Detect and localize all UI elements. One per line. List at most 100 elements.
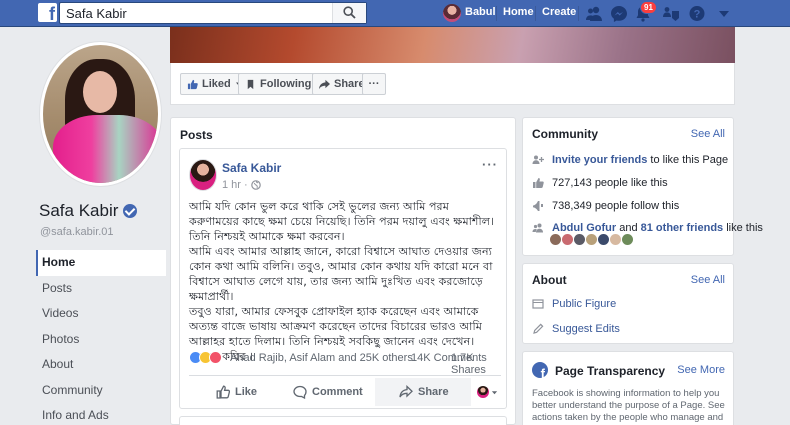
post-as-avatar xyxy=(477,386,489,398)
post-actions-bar: Like Comment Share xyxy=(189,375,501,407)
nav-divider xyxy=(578,6,579,21)
post-paragraph: আমি যদি কোন ভুল করে থাকি সেই ভুলের জন্য … xyxy=(189,200,495,243)
page-follows-row: 738,349 people follow this xyxy=(532,200,679,212)
profile-photo-image xyxy=(43,45,158,183)
more-options-button[interactable]: ··· xyxy=(362,73,386,95)
friend-avatar[interactable] xyxy=(586,234,597,245)
verified-icon xyxy=(123,204,138,218)
left-nav-item-home[interactable]: Home xyxy=(36,250,166,276)
category-row: Public Figure xyxy=(532,298,616,310)
transparency-see-more-link[interactable]: See More xyxy=(677,364,725,376)
friends-and-text: and xyxy=(619,222,638,234)
post-reactions-bar: Ahad Rajib, Asif Alam and 25K others 14K… xyxy=(189,349,501,376)
post-as-selector[interactable] xyxy=(477,380,498,404)
chevron-down-icon xyxy=(491,390,498,394)
left-nav-item-info-and-ads[interactable]: Info and Ads xyxy=(36,403,166,425)
left-nav-item-about[interactable]: About xyxy=(36,352,166,378)
page-handle[interactable]: @safa.kabir.01 xyxy=(40,226,114,238)
reactions-summary[interactable]: Ahad Rajib, Asif Alam and 25K others xyxy=(230,352,413,364)
post-author-name[interactable]: Safa Kabir xyxy=(222,161,281,175)
page-transparency-card: f Page Transparency See More Facebook is… xyxy=(522,351,734,425)
like-icon xyxy=(216,385,230,399)
friend-name-link[interactable]: Abdul Gofur xyxy=(552,222,616,234)
about-title: About xyxy=(532,273,567,287)
transparency-title: Page Transparency xyxy=(555,364,666,378)
post-body: আমি যদি কোন ভুল করে থাকি সেই ভুলের জন্য … xyxy=(189,199,501,364)
post-paragraph: আমি এবং আমার আল্লাহ জানে, কারো বিশ্বাসে … xyxy=(189,245,493,303)
post-card: Safa Kabir 1 hr · ··· আমি যদি কোন ভুল কর… xyxy=(179,148,507,409)
about-see-all-link[interactable]: See All xyxy=(691,274,725,286)
friend-avatar[interactable] xyxy=(622,234,633,245)
community-title: Community xyxy=(532,127,598,141)
follow-count-icon xyxy=(533,201,543,211)
page-left-nav: Home Posts Videos Photos About Community Info … xyxy=(36,250,166,425)
user-avatar[interactable] xyxy=(443,4,461,22)
create-link[interactable]: Create xyxy=(542,6,576,18)
category-icon xyxy=(532,299,544,309)
friends-icon[interactable] xyxy=(585,5,603,22)
share-button[interactable]: Share xyxy=(399,380,449,404)
like-button[interactable]: Like xyxy=(216,380,257,404)
following-label: Following xyxy=(260,78,312,90)
left-nav-item-videos[interactable]: Videos xyxy=(36,301,166,327)
page-likes-text: 727,143 people like this xyxy=(552,177,668,189)
like-icon xyxy=(187,79,198,89)
suggest-edits-row: Suggest Edits xyxy=(532,323,620,335)
page-name[interactable]: Safa Kabir xyxy=(39,201,138,221)
comment-button[interactable]: Comment xyxy=(293,380,363,404)
suggest-edits-link[interactable]: Suggest Edits xyxy=(552,323,620,335)
search-button[interactable] xyxy=(332,3,366,23)
post-timestamp: 1 hr · xyxy=(222,179,261,191)
left-nav-item-posts[interactable]: Posts xyxy=(36,276,166,302)
top-navigation-bar: f Babul Home Create 91 ? xyxy=(0,0,790,27)
pencil-icon xyxy=(533,323,544,334)
post-options-button[interactable]: ··· xyxy=(482,157,498,172)
post-paragraph: তবুও যারা, আমার ফেসবুক প্রোফাইল হ্যাক কর… xyxy=(189,305,482,348)
post-time-text[interactable]: 1 hr xyxy=(222,179,241,191)
posts-section-title: Posts xyxy=(180,128,213,142)
community-see-all-link[interactable]: See All xyxy=(691,128,725,140)
page-name-text: Safa Kabir xyxy=(39,201,119,220)
cover-photo[interactable] xyxy=(170,27,735,63)
messenger-icon[interactable] xyxy=(610,5,628,22)
about-card: About See All Public Figure Suggest Edit… xyxy=(522,263,734,344)
friend-avatar[interactable] xyxy=(550,234,561,245)
page-likes-row: 727,143 people like this xyxy=(532,177,668,189)
friend-avatar[interactable] xyxy=(562,234,573,245)
share-page-label: Share xyxy=(334,78,365,90)
search-input[interactable] xyxy=(60,3,330,23)
friend-avatar[interactable] xyxy=(610,234,621,245)
facebook-logo-icon[interactable]: f xyxy=(38,3,57,23)
home-link[interactable]: Home xyxy=(503,6,534,18)
user-profile-link[interactable]: Babul xyxy=(465,6,496,18)
search-box xyxy=(59,2,367,24)
comment-label: Comment xyxy=(312,386,363,398)
friends-like-text: like this xyxy=(726,222,763,234)
invite-friends-text: to like this Page xyxy=(650,154,729,166)
reaction-icons[interactable] xyxy=(189,351,222,364)
next-post-card xyxy=(179,416,507,425)
following-icon xyxy=(247,79,254,89)
facebook-logo-icon: f xyxy=(532,362,548,380)
shares-count[interactable]: 1.7K Shares xyxy=(451,352,501,376)
left-nav-item-photos[interactable]: Photos xyxy=(36,327,166,353)
profile-photo-saree xyxy=(53,115,158,183)
friends-icon xyxy=(532,223,543,233)
profile-picture[interactable] xyxy=(40,42,161,186)
left-nav-item-community[interactable]: Community xyxy=(36,378,166,404)
page-action-bar: Liked Following Share ··· xyxy=(170,63,735,105)
post-author-avatar[interactable] xyxy=(189,159,217,191)
transparency-description: Facebook is showing information to help … xyxy=(532,388,725,425)
friend-avatar[interactable] xyxy=(598,234,609,245)
other-friends-link[interactable]: 81 other friends xyxy=(641,222,724,234)
help-icon[interactable]: ? xyxy=(688,5,706,22)
like-label: Like xyxy=(235,386,258,398)
groups-icon[interactable] xyxy=(662,5,680,22)
invite-friends-row: Invite your friends to like this Page xyxy=(532,154,728,166)
category-link[interactable]: Public Figure xyxy=(552,298,616,310)
post-time-separator: · xyxy=(243,179,248,191)
invite-friends-link[interactable]: Invite your friends xyxy=(552,154,647,166)
like-count-icon xyxy=(533,178,544,188)
friend-avatar[interactable] xyxy=(574,234,585,245)
dropdown-arrow-icon[interactable] xyxy=(715,5,733,22)
